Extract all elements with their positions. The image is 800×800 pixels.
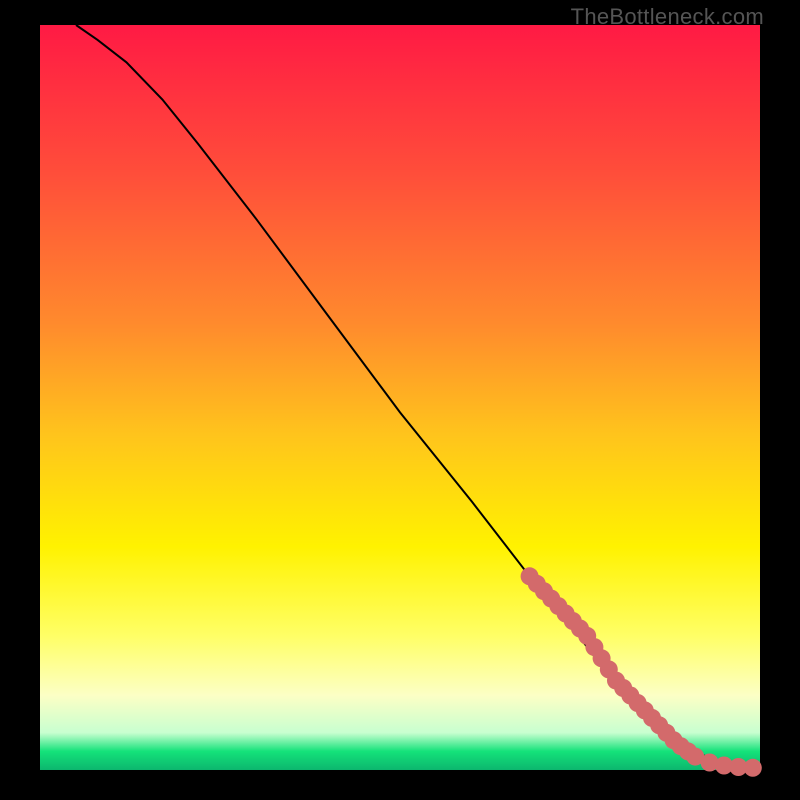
chart-point xyxy=(744,759,762,777)
chart-gradient-background xyxy=(40,25,760,770)
chart-plot-area xyxy=(40,25,760,770)
chart-frame: TheBottleneck.com xyxy=(0,0,800,800)
chart-svg xyxy=(40,25,760,770)
